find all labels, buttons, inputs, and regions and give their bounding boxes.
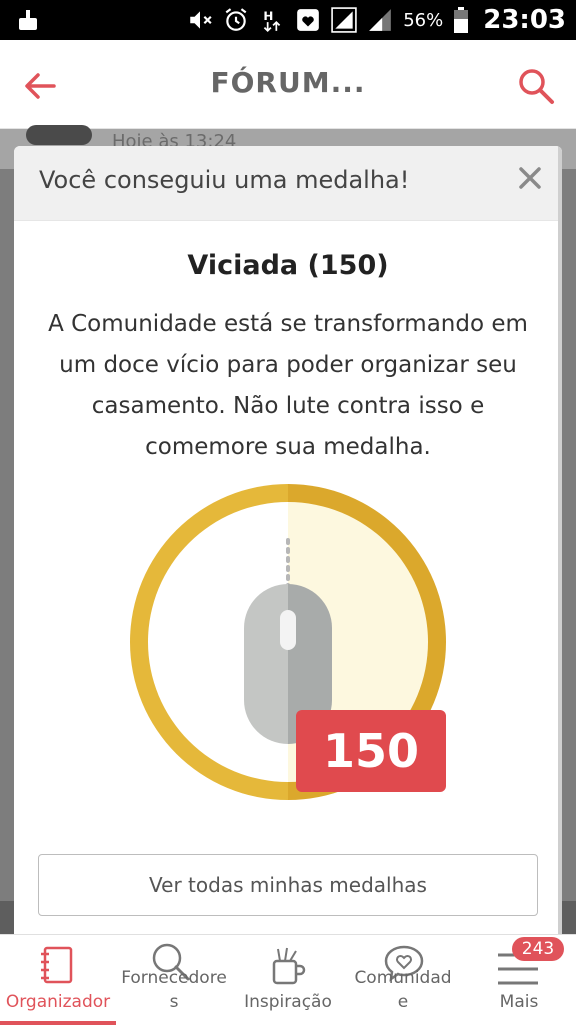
nav-label-continuation: e	[397, 992, 409, 1012]
signal-icon	[331, 7, 357, 33]
mug-icon	[272, 947, 306, 985]
battery-icon	[454, 7, 469, 33]
data-icon: H	[264, 9, 281, 33]
app-bar: FÓRUM...	[0, 40, 576, 129]
nav-label: Fornecedore	[121, 968, 227, 988]
dialog-title: Você conseguiu uma medalha!	[39, 166, 410, 194]
bottom-navigation: Organizador Fornecedore s Inspiração Com…	[0, 934, 576, 1025]
medal-count-badge: 150	[296, 710, 446, 792]
alarm-icon	[225, 8, 247, 31]
nav-item-comunidade[interactable]: Comunidad e	[344, 935, 462, 1025]
clock: 23:03	[483, 5, 566, 35]
view-all-medals-button[interactable]: Ver todas minhas medalhas	[38, 854, 538, 916]
medal-description: A Comunidade está se transformando em um…	[48, 311, 528, 460]
nav-item-organizador[interactable]: Organizador	[0, 935, 116, 1025]
notification-badge: 243	[512, 937, 564, 961]
battery-percent: 56%	[403, 9, 444, 31]
search-icon[interactable]	[516, 66, 556, 106]
broom-icon	[19, 10, 37, 30]
dialog-header: Você conseguiu uma medalha!	[14, 146, 562, 221]
nav-item-inspiracao[interactable]: Inspiração	[232, 935, 344, 1025]
page-title: FÓRUM...	[210, 66, 366, 99]
nav-label: Inspiração	[244, 992, 332, 1012]
avatar	[26, 125, 92, 145]
notebook-icon	[41, 946, 73, 984]
medal-name: Viciada (150)	[187, 250, 389, 281]
signal-icon	[369, 9, 392, 31]
nav-label: Comunidad	[354, 968, 452, 988]
medal-dialog: Você conseguiu uma medalha! Viciada (150…	[14, 146, 562, 936]
active-tab-indicator	[0, 1021, 116, 1025]
nav-item-fornecedores[interactable]: Fornecedore s	[116, 935, 232, 1025]
mute-icon	[190, 11, 212, 29]
status-bar: H 56% 23:03	[0, 0, 576, 40]
svg-text:H: H	[264, 9, 274, 23]
close-icon[interactable]	[514, 162, 546, 194]
heart-icon	[297, 9, 320, 31]
nav-label: Organizador	[5, 992, 111, 1012]
nav-label-continuation: s	[169, 992, 179, 1012]
nav-label: Mais	[499, 992, 539, 1012]
